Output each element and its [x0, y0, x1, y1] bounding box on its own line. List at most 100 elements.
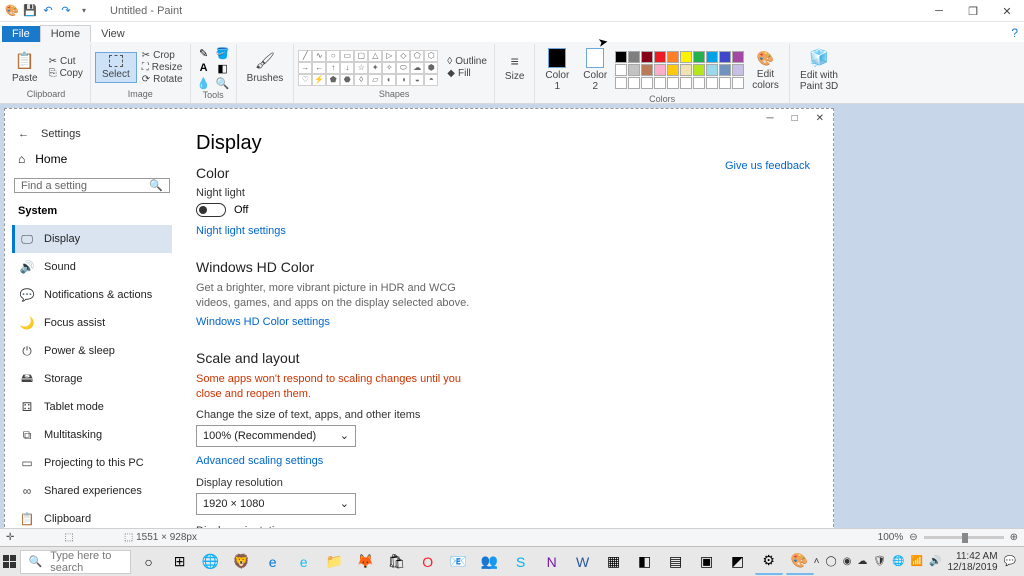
color-swatch[interactable]: [719, 77, 731, 89]
feedback-link[interactable]: Give us feedback: [725, 160, 810, 172]
nav-item-display[interactable]: 🖵Display: [12, 225, 172, 253]
color2-button[interactable]: Color 2: [577, 46, 613, 94]
store-icon[interactable]: 🛍: [383, 549, 411, 575]
color-swatch[interactable]: [615, 77, 627, 89]
color1-button[interactable]: Color 1: [539, 46, 575, 94]
nav-item-projecting-to-this-pc[interactable]: ▭Projecting to this PC: [12, 449, 172, 477]
help-icon[interactable]: ?: [1011, 26, 1018, 40]
copy-button[interactable]: ⎘ Copy: [46, 68, 86, 79]
zoom-tool[interactable]: 🔍: [214, 76, 232, 90]
color-swatch[interactable]: [732, 77, 744, 89]
nav-item-notifications-actions[interactable]: 💬Notifications & actions: [12, 281, 172, 309]
canvas[interactable]: ─ □ ✕ ← Settings ⌂ Home Find a setting: [4, 108, 834, 542]
app4-icon[interactable]: ▣: [693, 549, 721, 575]
color-swatch[interactable]: [680, 64, 692, 76]
color-swatch[interactable]: [719, 64, 731, 76]
brave-icon[interactable]: 🦁: [228, 549, 256, 575]
settings-close-icon[interactable]: ✕: [816, 113, 824, 124]
nav-item-power-sleep[interactable]: ⏻Power & sleep: [12, 337, 172, 365]
color-swatch[interactable]: [732, 64, 744, 76]
paste-button[interactable]: 📋Paste: [6, 49, 44, 86]
taskbar-search[interactable]: 🔍Type here to search: [20, 550, 131, 574]
paint3d-button[interactable]: 🧊Edit with Paint 3D: [794, 46, 844, 94]
cortana-icon[interactable]: ○: [135, 549, 163, 575]
color-swatch[interactable]: [641, 77, 653, 89]
color-swatch[interactable]: [615, 64, 627, 76]
night-light-settings-link[interactable]: Night light settings: [196, 225, 286, 237]
chrome-icon[interactable]: 🌐: [197, 549, 225, 575]
app-icon[interactable]: ▦: [600, 549, 628, 575]
tray-app2-icon[interactable]: ◉: [843, 556, 852, 567]
picker-tool[interactable]: 💧: [195, 76, 213, 90]
tray-shield-icon[interactable]: 🛡: [873, 556, 886, 567]
color-swatch[interactable]: [706, 51, 718, 63]
hd-color-link[interactable]: Windows HD Color settings: [196, 316, 330, 328]
clock[interactable]: 11:42 AM 12/18/2019: [947, 551, 997, 573]
settings-minimize-icon[interactable]: ─: [766, 113, 773, 124]
taskview-icon[interactable]: ⊞: [166, 549, 194, 575]
size-button[interactable]: ≡Size: [499, 51, 530, 84]
color-swatch[interactable]: [628, 64, 640, 76]
paint-task-icon[interactable]: 🎨: [786, 549, 814, 575]
file-tab[interactable]: File: [2, 26, 40, 42]
color-swatch[interactable]: [680, 51, 692, 63]
brushes-button[interactable]: 🖌Brushes: [241, 49, 290, 86]
settings-task-icon[interactable]: ⚙: [755, 549, 783, 575]
qat-dropdown-icon[interactable]: ▾: [76, 3, 92, 19]
save-icon[interactable]: 💾: [22, 3, 38, 19]
zoom-out-button[interactable]: ⊖: [909, 532, 917, 543]
color-swatch[interactable]: [719, 51, 731, 63]
maximize-button[interactable]: ❐: [956, 0, 990, 22]
nav-item-shared-experiences[interactable]: ∞Shared experiences: [12, 477, 172, 505]
home-button[interactable]: ⌂ Home: [12, 144, 172, 174]
redo-icon[interactable]: ↷: [58, 3, 74, 19]
nav-item-multitasking[interactable]: ⧉Multitasking: [12, 421, 172, 449]
onenote-icon[interactable]: N: [538, 549, 566, 575]
skype-icon[interactable]: S: [507, 549, 535, 575]
app5-icon[interactable]: ◩: [724, 549, 752, 575]
rotate-button[interactable]: ⟳ Rotate: [139, 74, 186, 85]
tray-app-icon[interactable]: ◯: [825, 556, 836, 567]
fill-button[interactable]: ◆ Fill: [444, 68, 490, 79]
teams-icon[interactable]: 👥: [476, 549, 504, 575]
search-input[interactable]: Find a setting 🔍: [14, 178, 170, 193]
cut-button[interactable]: ✂ Cut: [46, 56, 86, 67]
start-button[interactable]: [2, 548, 18, 576]
resize-button[interactable]: ⛶ Resize: [139, 62, 186, 73]
notifications-icon[interactable]: 💬: [1004, 556, 1016, 567]
eraser-tool[interactable]: ◧: [214, 61, 232, 75]
tray-chevron-icon[interactable]: ˄: [814, 556, 820, 567]
scale-dropdown[interactable]: 100% (Recommended)⌄: [196, 425, 356, 447]
zoom-in-button[interactable]: ⊕: [1010, 532, 1018, 543]
app3-icon[interactable]: ▤: [662, 549, 690, 575]
explorer-icon[interactable]: 📁: [321, 549, 349, 575]
nav-item-sound[interactable]: 🔊Sound: [12, 253, 172, 281]
color-swatch[interactable]: [628, 77, 640, 89]
outlook-icon[interactable]: 📧: [445, 549, 473, 575]
ie-icon[interactable]: e: [290, 549, 318, 575]
color-swatch[interactable]: [641, 64, 653, 76]
color-swatch[interactable]: [693, 51, 705, 63]
color-swatch[interactable]: [706, 77, 718, 89]
color-swatch[interactable]: [654, 64, 666, 76]
color-swatch[interactable]: [706, 64, 718, 76]
edge-icon[interactable]: e: [259, 549, 287, 575]
crop-button[interactable]: ✂ Crop: [139, 50, 186, 61]
app2-icon[interactable]: ◧: [631, 549, 659, 575]
close-button[interactable]: ✕: [990, 0, 1024, 22]
edit-colors-button[interactable]: 🎨Edit colors: [746, 48, 785, 93]
fill-tool[interactable]: 🪣: [214, 46, 232, 60]
night-light-toggle[interactable]: Off: [196, 203, 810, 217]
advanced-scaling-link[interactable]: Advanced scaling settings: [196, 455, 323, 467]
zoom-slider[interactable]: [924, 536, 1004, 539]
home-tab[interactable]: Home: [40, 25, 91, 42]
nav-item-focus-assist[interactable]: 🌙Focus assist: [12, 309, 172, 337]
color-swatch[interactable]: [693, 64, 705, 76]
pencil-tool[interactable]: ✎: [195, 46, 213, 60]
color-swatch[interactable]: [667, 51, 679, 63]
tray-cloud-icon[interactable]: ☁: [857, 556, 867, 567]
firefox-icon[interactable]: 🦊: [352, 549, 380, 575]
nav-item-tablet-mode[interactable]: ⚃Tablet mode: [12, 393, 172, 421]
tray-wifi-icon[interactable]: 📶: [911, 556, 923, 567]
shapes-gallery[interactable]: ╱∿○▭▢△▷◇⬠⬡ →←↑↓☆✦✧⬭☁⬢ ♡⚡⬟⬣◊▱◐◑◒◓: [298, 50, 438, 86]
